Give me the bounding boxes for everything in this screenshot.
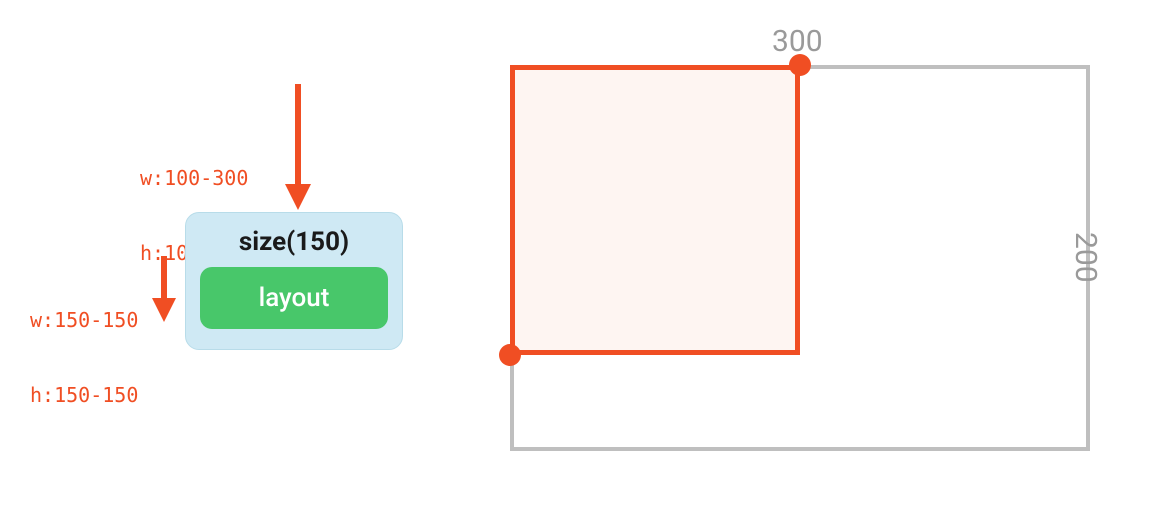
layout-chip-label: layout xyxy=(259,283,330,313)
outgoing-constraint-height: h:150-150 xyxy=(30,383,138,408)
outer-height-label: 200 xyxy=(1068,232,1103,283)
size-node-card: size(150) layout xyxy=(185,212,403,350)
arrow-down-icon xyxy=(151,256,177,322)
inner-size-box xyxy=(510,65,800,355)
outer-width-label: 300 xyxy=(772,24,823,59)
outgoing-constraint-width: w:150-150 xyxy=(30,308,138,333)
incoming-constraint-width: w:100-300 xyxy=(140,166,248,191)
layout-chip: layout xyxy=(200,267,388,329)
arrow-down-icon xyxy=(283,84,313,210)
size-node-title: size(150) xyxy=(239,227,349,257)
outgoing-constraint-label: w:150-150 h:150-150 xyxy=(30,258,138,433)
corner-dot-icon xyxy=(499,344,521,366)
